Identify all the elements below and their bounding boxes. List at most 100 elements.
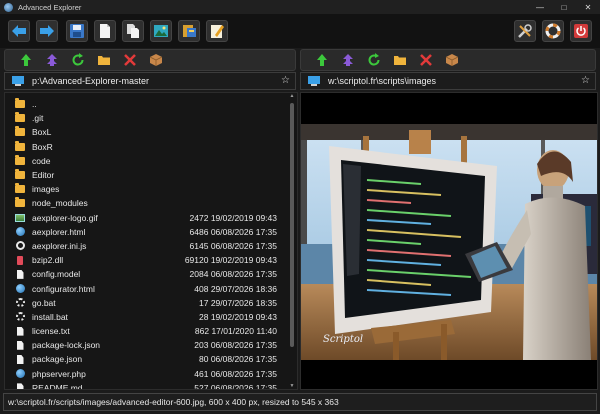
right-new-folder-button[interactable]: [389, 51, 411, 69]
file-row[interactable]: BoxL: [5, 125, 297, 139]
file-name: BoxR: [32, 141, 53, 152]
file-meta: 408 29/07/2026 18:36: [194, 283, 277, 294]
folder-icon: [98, 56, 110, 65]
file-row[interactable]: README.md 527 06/08/2026 17:35: [5, 381, 297, 390]
edit-button[interactable]: [206, 20, 228, 42]
double-arrow-up-icon: [47, 54, 57, 66]
arrow-right-icon: [40, 25, 54, 37]
right-package-button[interactable]: [441, 51, 463, 69]
tools-button[interactable]: [514, 20, 536, 42]
file-row[interactable]: BoxR: [5, 140, 297, 154]
left-path: p:\Advanced-Explorer-master: [32, 76, 150, 86]
file-name: Editor: [32, 170, 55, 181]
file-row[interactable]: package.json 80 06/08/2026 17:35: [5, 352, 297, 366]
globe-icon: [15, 369, 25, 379]
power-button[interactable]: [570, 20, 592, 42]
left-bookmark-star-icon[interactable]: ☆: [281, 75, 290, 86]
file-row[interactable]: .git: [5, 111, 297, 125]
file-name: configurator.html: [32, 283, 95, 294]
file-row[interactable]: go.bat 17 29/07/2026 18:35: [5, 296, 297, 310]
image-view-button[interactable]: [150, 20, 172, 42]
left-delete-button[interactable]: [119, 51, 141, 69]
file-name: aexplorer-logo.gif: [32, 212, 98, 223]
file-meta: 2472 19/02/2019 09:43: [189, 212, 277, 223]
doc-icon: [15, 269, 25, 279]
left-refresh-button[interactable]: [67, 51, 89, 69]
left-root-button[interactable]: [41, 51, 63, 69]
file-row[interactable]: phpserver.php 461 06/08/2026 17:35: [5, 367, 297, 381]
maximize-button[interactable]: □: [552, 0, 576, 14]
forward-button[interactable]: [36, 20, 58, 42]
file-row[interactable]: license.txt 862 17/01/2020 11:40: [5, 324, 297, 338]
file-row[interactable]: aexplorer.html 6486 06/08/2026 17:35: [5, 225, 297, 239]
settings-button[interactable]: [542, 20, 564, 42]
file-name: BoxL: [32, 127, 52, 138]
right-root-button[interactable]: [337, 51, 359, 69]
copy-button[interactable]: [122, 20, 144, 42]
file-row[interactable]: node_modules: [5, 196, 297, 210]
file-name: package-lock.json: [32, 340, 101, 351]
folder-icon: [15, 140, 25, 152]
file-row[interactable]: aexplorer.ini.js 6145 06/08/2026 17:35: [5, 239, 297, 253]
file-row[interactable]: aexplorer-logo.gif 2472 19/02/2019 09:43: [5, 211, 297, 225]
file-row[interactable]: code: [5, 154, 297, 168]
doc-icon: [15, 354, 25, 364]
tools-icon: [518, 24, 532, 38]
close-window-button[interactable]: ✕: [576, 0, 600, 14]
scroll-up-icon[interactable]: ▲: [289, 93, 295, 99]
double-arrow-up-icon: [343, 54, 353, 66]
package-icon: [445, 54, 459, 66]
file-row[interactable]: install.bat 28 19/02/2019 09:43: [5, 310, 297, 324]
left-file-list: .. .git BoxL BoxR code Editor images node_modul…: [4, 92, 298, 390]
file-row[interactable]: config.model 2084 06/08/2026 17:35: [5, 267, 297, 281]
computer-icon: [12, 76, 24, 86]
file-meta: 461 06/08/2026 17:35: [194, 368, 277, 379]
right-path-bar[interactable]: w:\scriptol.fr\scripts\images ☆: [300, 72, 596, 90]
right-image-viewer: Scriptol: [300, 92, 598, 390]
file-row[interactable]: package-lock.json 203 06/08/2026 17:35: [5, 338, 297, 352]
right-up-button[interactable]: [311, 51, 333, 69]
archive-button[interactable]: [178, 20, 200, 42]
doc-icon: [15, 340, 25, 350]
folder-icon: [394, 56, 406, 65]
save-icon: [70, 24, 84, 38]
left-path-bar[interactable]: p:\Advanced-Explorer-master ☆: [4, 72, 296, 90]
left-package-button[interactable]: [145, 51, 167, 69]
left-new-folder-button[interactable]: [93, 51, 115, 69]
main-toolbar: [0, 14, 600, 48]
file-name: config.model: [32, 269, 81, 280]
minimize-button[interactable]: —: [528, 0, 552, 14]
left-scrollbar[interactable]: ▲ ▼: [289, 93, 295, 389]
file-name: phpserver.php: [32, 368, 86, 379]
arrow-up-icon: [317, 54, 327, 66]
right-delete-button[interactable]: [415, 51, 437, 69]
file-meta: 2084 06/08/2026 17:35: [189, 269, 277, 280]
image-file-icon: [154, 25, 168, 37]
lifebuoy-icon: [545, 23, 561, 39]
right-refresh-button[interactable]: [363, 51, 385, 69]
file-row[interactable]: bzip2.dll 69120 19/02/2019 09:43: [5, 253, 297, 267]
back-button[interactable]: [8, 20, 30, 42]
scroll-down-icon[interactable]: ▼: [289, 383, 295, 389]
file-row[interactable]: Editor: [5, 168, 297, 182]
gear-icon: [15, 312, 25, 322]
app-icon: [4, 2, 13, 12]
refresh-icon: [72, 53, 84, 66]
new-file-icon: [100, 24, 110, 38]
file-meta: 80 06/08/2026 17:35: [199, 354, 277, 365]
arrow-left-icon: [12, 25, 26, 37]
folder-icon: [15, 112, 25, 123]
scrollbar-thumb[interactable]: [290, 103, 294, 347]
left-up-button[interactable]: [15, 51, 37, 69]
new-file-button[interactable]: [94, 20, 116, 42]
save-button[interactable]: [66, 20, 88, 42]
delete-icon: [420, 54, 432, 66]
window-controls: — □ ✕: [528, 0, 600, 14]
right-bookmark-star-icon[interactable]: ☆: [581, 75, 590, 86]
file-meta: 527 06/08/2026 17:35: [194, 382, 277, 390]
file-row[interactable]: ..: [5, 97, 297, 111]
file-row[interactable]: configurator.html 408 29/07/2026 18:36: [5, 281, 297, 295]
dll-icon: [15, 255, 25, 265]
file-row[interactable]: images: [5, 182, 297, 196]
file-meta: 6486 06/08/2026 17:35: [189, 226, 277, 237]
